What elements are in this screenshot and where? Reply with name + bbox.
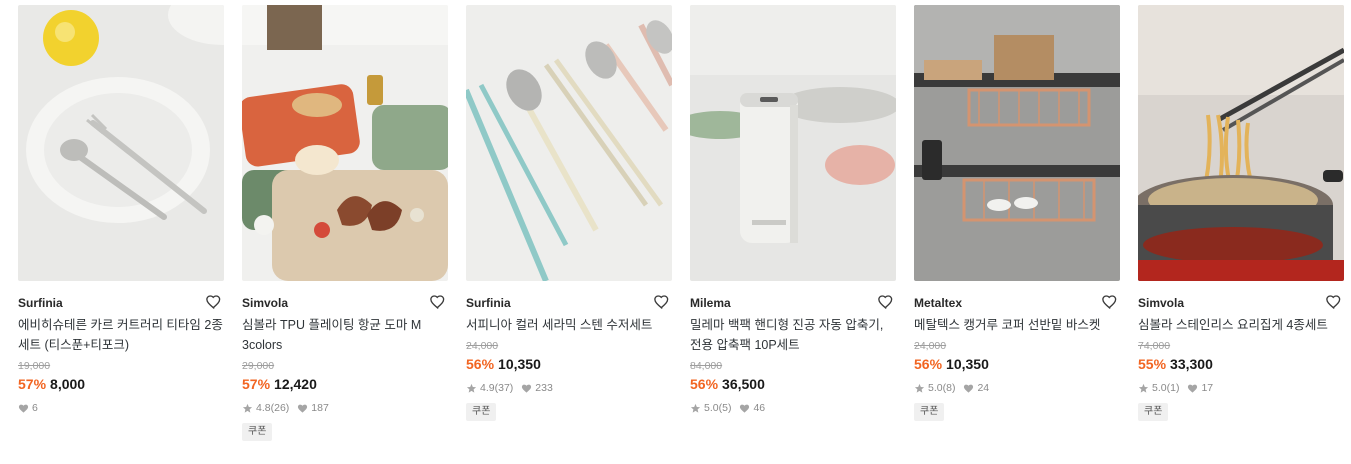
discount-rate: 57% [18,376,47,392]
heart-icon[interactable] [205,293,223,311]
brand-name[interactable]: Surfinia [466,296,511,310]
discount-rate: 56% [690,376,719,392]
product-image[interactable] [914,5,1120,281]
rating: 4.8 [256,402,271,414]
product-stats: 5.0 (1) 17 [1138,381,1344,395]
coupon-badge: 쿠폰 [1138,403,1169,421]
original-price: 74,000 [1138,340,1171,352]
product-stats: 6 [18,401,224,415]
heart-icon[interactable] [1101,293,1119,311]
heart-icon[interactable] [1325,293,1343,311]
star-icon [1138,383,1149,393]
sale-price: 36,500 [722,376,765,392]
sale-price: 10,350 [498,356,541,372]
product-image[interactable] [1138,5,1344,281]
brand-name[interactable]: Milema [690,296,731,310]
heart-icon[interactable] [429,293,447,311]
tongs-pot-image [1138,5,1344,281]
spoon-chopsticks-image [466,5,672,281]
star-icon [242,403,253,413]
product-title[interactable]: 심볼라 TPU 플레이팅 항균 도마 M 3colors [242,315,448,355]
cutting-board-image [242,5,448,281]
coupon-badge: 쿠폰 [242,423,273,441]
product-stats: 5.0 (5) 46 [690,401,896,415]
heart-filled-icon [298,404,308,413]
star-icon [914,383,925,393]
sale-price: 10,350 [946,356,989,372]
review-count: (5) [718,402,732,414]
product-title[interactable]: 서피니아 컬러 세라믹 스텐 수저세트 [466,315,672,335]
like-count: 187 [311,402,329,414]
brand-name[interactable]: Metaltex [914,296,962,310]
rating: 5.0 [704,402,719,414]
original-price: 19,000 [18,360,51,372]
product-card[interactable]: Simvola 심볼라 TPU 플레이팅 항균 도마 M 3colors 29,… [242,5,448,441]
rating: 5.0 [1152,382,1167,394]
brand-name[interactable]: Simvola [1138,296,1184,310]
discount-rate: 57% [242,376,271,392]
heart-filled-icon [1188,384,1198,393]
sale-price: 12,420 [274,376,317,392]
review-count: (1) [1166,382,1180,394]
heart-icon[interactable] [877,293,895,311]
product-stats: 5.0 (8) 24 [914,381,1120,395]
brand-name[interactable]: Simvola [242,296,288,310]
discount-rate: 55% [1138,356,1167,372]
like-count: 24 [977,382,990,394]
rating: 4.9 [480,382,495,394]
vacuum-sealer-image [690,5,896,281]
like-count: 17 [1201,382,1214,394]
price-row: 56% 36,500 [690,374,896,394]
review-count: (8) [942,382,956,394]
price-row: 55% 33,300 [1138,354,1344,374]
sale-price: 8,000 [50,376,86,392]
price-row: 57% 12,420 [242,374,448,394]
product-card[interactable]: Milema 밀레마 백팩 핸디형 진공 자동 압축기, 전용 압축팩 10P세… [690,5,896,415]
heart-icon[interactable] [653,293,671,311]
star-icon [690,403,701,413]
price-row: 56% 10,350 [914,354,1120,374]
product-image[interactable] [18,5,224,281]
cutlery-plate-image [18,5,224,281]
product-stats: 4.9 (37) 233 [466,381,672,395]
product-card[interactable]: Metaltex 메탈텍스 캥거루 코퍼 선반밑 바스켓 24,000 56% 1… [914,5,1120,421]
heart-filled-icon [740,404,750,413]
rating: 5.0 [928,382,943,394]
product-grid: Surfinia 에비히슈테른 카르 커트러리 티타임 2종 세트 (티스푼+티… [0,0,1351,464]
price-row: 56% 10,350 [466,354,672,374]
product-title[interactable]: 에비히슈테른 카르 커트러리 티타임 2종 세트 (티스푼+티포크) [18,315,224,355]
product-title[interactable]: 메탈텍스 캥거루 코퍼 선반밑 바스켓 [914,315,1120,335]
product-card[interactable]: Simvola 심볼라 스테인리스 요리집게 4종세트 74,000 55% 33… [1138,5,1344,421]
coupon-badge: 쿠폰 [466,403,497,421]
sale-price: 33,300 [1170,356,1213,372]
heart-filled-icon [964,384,974,393]
like-count: 6 [32,402,38,414]
review-count: (26) [270,402,290,414]
original-price: 29,000 [242,360,275,372]
product-image[interactable] [690,5,896,281]
like-count: 233 [535,382,553,394]
price-row: 57% 8,000 [18,374,224,394]
review-count: (37) [494,382,514,394]
original-price: 24,000 [914,340,947,352]
product-card[interactable]: Surfinia 에비히슈테른 카르 커트러리 티타임 2종 세트 (티스푼+티… [18,5,224,415]
coupon-badge: 쿠폰 [914,403,945,421]
star-icon [466,383,477,393]
discount-rate: 56% [466,356,495,372]
product-stats: 4.8 (26) 187 [242,401,448,415]
heart-filled-icon [522,384,532,393]
heart-filled-icon [18,404,29,413]
product-title[interactable]: 밀레마 백팩 핸디형 진공 자동 압축기, 전용 압축팩 10P세트 [690,315,896,355]
product-image[interactable] [242,5,448,281]
brand-name[interactable]: Surfinia [18,296,63,310]
original-price: 84,000 [690,360,723,372]
product-card[interactable]: Surfinia 서피니아 컬러 세라믹 스텐 수저세트 24,000 56% 1… [466,5,672,421]
product-title[interactable]: 심볼라 스테인리스 요리집게 4종세트 [1138,315,1344,335]
like-count: 46 [753,402,766,414]
discount-rate: 56% [914,356,943,372]
original-price: 24,000 [466,340,499,352]
shelf-basket-image [914,5,1120,281]
product-image[interactable] [466,5,672,281]
